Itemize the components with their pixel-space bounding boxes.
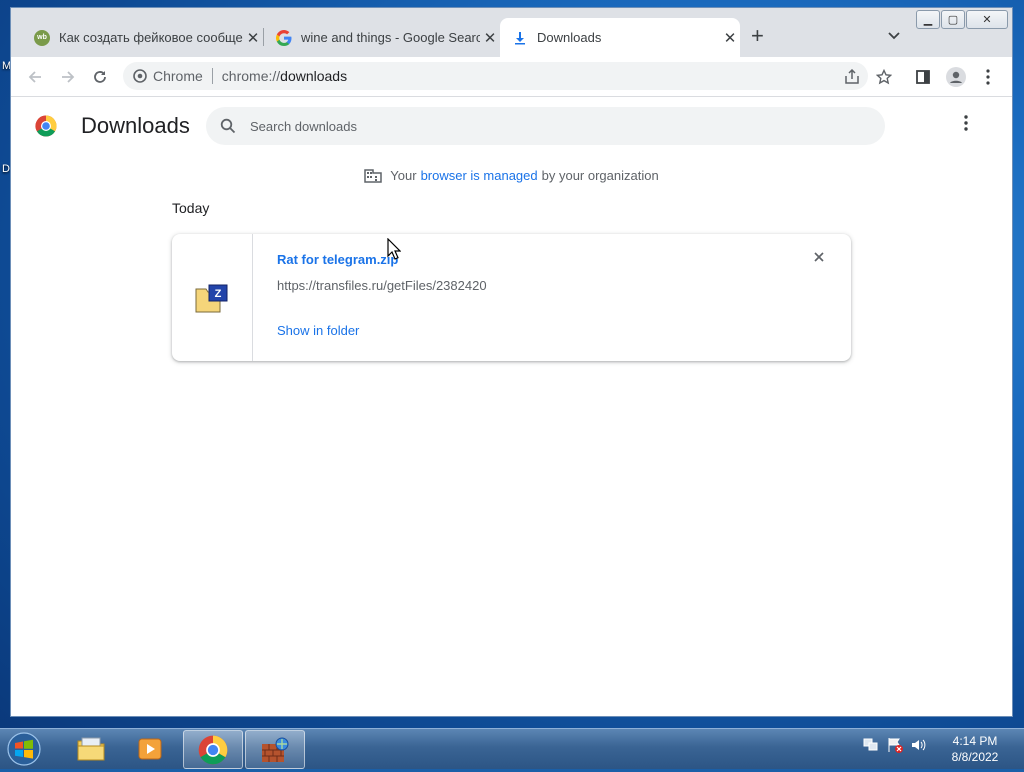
close-icon [814,252,824,262]
taskbar-chrome[interactable] [183,730,243,769]
profile-button[interactable] [942,63,970,91]
more-vert-icon [986,69,990,85]
show-in-folder-link[interactable]: Show in folder [277,323,359,338]
omnibox-url: chrome://downloads [222,68,347,84]
arrow-right-icon [62,71,75,83]
share-button[interactable] [838,63,866,91]
reload-button[interactable] [86,63,114,91]
tab-title: wine and things - Google Search [301,30,480,45]
search-box[interactable] [206,107,885,145]
chrome-icon [133,69,147,83]
downloads-menu-button[interactable] [964,115,968,136]
tab-fake-message[interactable]: wb Как создать фейковое сообщени ✕ [22,18,263,57]
address-bar[interactable]: Chrome chrome://downloads [123,62,868,90]
omnibox-divider [211,68,213,84]
url-host: downloads [280,68,348,84]
desktop-icon-label: M [2,60,12,72]
tab-google-search[interactable]: wine and things - Google Search ✕ [264,18,500,57]
profile-icon [946,67,966,87]
page-title: Downloads [81,113,190,138]
taskbar-media-player[interactable] [121,730,179,767]
downloads-header: Downloads [11,97,1012,153]
managed-link[interactable]: browser is managed [421,168,538,183]
action-center-icon[interactable] [886,737,904,753]
new-tab-button[interactable]: + [751,25,764,47]
arrow-left-icon [28,71,41,83]
zip-file-icon: Z [195,284,228,312]
downloads-page: Downloads Your browser is managed by you… [11,97,1012,716]
tab-title: Как создать фейковое сообщени [59,30,243,45]
clock-time: 4:14 PM [952,734,998,748]
close-icon[interactable]: ✕ [243,29,263,47]
more-vert-icon [964,115,968,131]
back-button[interactable] [21,63,49,91]
tab-title: Downloads [537,30,602,45]
chrome-icon [198,735,228,764]
start-button[interactable] [4,731,44,767]
system-tray [862,737,928,753]
file-name-link[interactable]: Rat for telegram.zip [277,252,398,267]
minimize-button[interactable]: ▁ [916,10,940,29]
browser-window: wb Как создать фейковое сообщени ✕ wine … [11,8,1012,716]
bookmark-button[interactable] [870,63,898,91]
managed-text-before: Your [390,167,417,183]
chevron-down-icon [888,32,900,40]
file-icon-column: Z [172,234,253,361]
omnibox-chip: Chrome [153,68,203,84]
tab-downloads[interactable]: Downloads ✕ [500,18,740,57]
remove-download-button[interactable] [813,250,825,268]
side-panel-icon [916,70,930,84]
search-input[interactable] [248,117,852,135]
windows-start-icon [7,732,41,766]
chrome-logo-icon [35,115,57,137]
mouse-cursor-icon [387,238,401,260]
managed-notice: Your browser is managed by your organiza… [11,167,1012,183]
google-icon [276,29,292,46]
volume-icon[interactable] [910,737,928,753]
managed-text-after: by your organization [541,167,659,183]
forward-button[interactable] [54,63,82,91]
file-source-url: https://transfiles.ru/getFiles/2382420 [277,278,487,293]
star-icon [876,69,892,85]
building-icon [364,169,383,183]
menu-button[interactable] [974,63,1002,91]
wb-icon: wb [34,29,50,46]
folder-icon [77,737,105,760]
taskbar-explorer[interactable] [62,730,120,767]
reload-icon [94,71,106,83]
network-icon[interactable] [862,737,880,753]
window-close-button[interactable]: ✕ [966,10,1008,29]
media-player-icon [138,738,162,759]
taskbar-firewall-app[interactable] [245,730,305,769]
close-icon[interactable]: ✕ [720,29,740,47]
svg-text:Z: Z [215,288,222,300]
close-icon[interactable]: ✕ [480,29,500,47]
download-item: Z Rat for telegram.zip https://transfile… [172,234,851,361]
clock-date: 8/8/2022 [951,750,999,764]
share-icon [845,69,859,84]
toolbar: Chrome chrome://downloads [11,57,1012,97]
side-panel-button[interactable] [909,63,937,91]
date-heading: Today [172,200,210,216]
search-icon [220,118,236,134]
taskbar: 4:14 PM 8/8/2022 [0,728,1024,769]
firewall-icon [262,737,289,762]
maximize-button[interactable]: ▢ [941,10,965,29]
url-scheme: chrome:// [221,68,281,84]
download-icon [512,30,528,46]
taskbar-clock[interactable]: 4:14 PM 8/8/2022 [940,733,1010,765]
desktop-icon-label: D [2,163,10,175]
tab-strip: wb Как создать фейковое сообщени ✕ wine … [11,8,1012,57]
tab-search-button[interactable] [887,28,901,46]
